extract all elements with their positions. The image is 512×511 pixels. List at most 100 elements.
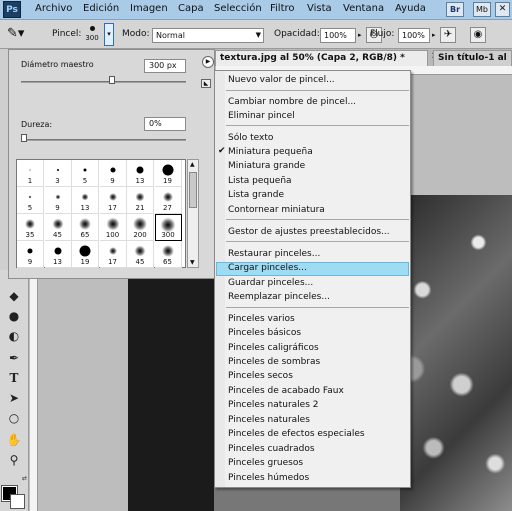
brush-preset-21[interactable]: 21 — [127, 187, 154, 214]
brush-preset-17[interactable]: 17 — [99, 187, 127, 214]
brush-preset-13[interactable]: 13 — [44, 241, 72, 268]
menu-item[interactable]: Reemplazar pinceles... — [228, 291, 330, 304]
tablet-pressure-icon[interactable]: ◉ — [470, 27, 486, 43]
brush-preset-9[interactable]: 9 — [44, 187, 72, 214]
brush-grid-scrollbar[interactable]: ▲ ▼ — [187, 159, 199, 268]
brush-preset-17[interactable]: 17 — [99, 241, 127, 268]
hardness-slider-thumb[interactable] — [21, 134, 27, 142]
background-color-swatch[interactable] — [10, 494, 25, 509]
brush-preset-1[interactable]: 1 — [17, 160, 44, 187]
menu-imagen[interactable]: Imagen — [130, 3, 168, 14]
menu-item[interactable]: Miniatura pequeña — [228, 146, 313, 159]
mode-select[interactable]: Normal ▼ — [152, 28, 264, 43]
swap-colors-icon[interactable]: ⇄ — [22, 475, 27, 482]
diameter-field[interactable]: 300 px — [144, 59, 186, 73]
brush-preset-9[interactable]: 9 — [17, 241, 44, 268]
menu-ayuda[interactable]: Ayuda — [395, 3, 426, 14]
menu-item[interactable]: Pinceles de efectos especiales — [228, 428, 365, 441]
menu-item[interactable]: Guardar pinceles... — [228, 277, 313, 290]
hardness-field[interactable]: 0% — [144, 117, 186, 131]
menu-seleccion[interactable]: Selección — [214, 3, 262, 14]
brush-size-label: 5 — [82, 177, 88, 185]
menu-archivo[interactable]: Archivo — [35, 3, 72, 14]
scroll-up-icon[interactable]: ▲ — [190, 161, 195, 168]
pen-tool-icon[interactable]: ✒ — [4, 350, 24, 367]
menu-edicion[interactable]: Edición — [83, 3, 119, 14]
flow-field[interactable]: 100% — [398, 28, 430, 43]
brush-preview[interactable]: 300 — [82, 23, 102, 47]
brush-preset-19[interactable]: 19 — [72, 241, 99, 268]
menu-item[interactable]: Pinceles caligráficos — [228, 342, 319, 355]
brush-preset-200[interactable]: 200 — [127, 214, 154, 241]
paint-bucket-icon[interactable]: ◆ — [4, 288, 24, 305]
scroll-down-icon[interactable]: ▼ — [190, 259, 195, 266]
menu-item[interactable]: Pinceles de sombras — [228, 356, 320, 369]
mini-bridge-button[interactable]: Mb — [473, 2, 491, 17]
opacity-field[interactable]: 100% — [320, 28, 356, 43]
brush-preset-45[interactable]: 45 — [127, 241, 154, 268]
brush-preset-13[interactable]: 13 — [72, 187, 99, 214]
flow-arrow-icon[interactable]: ▸ — [432, 31, 436, 39]
brush-preset-3[interactable]: 3 — [44, 160, 72, 187]
brush-preset-45[interactable]: 45 — [44, 214, 72, 241]
path-selection-icon[interactable]: ➤ — [4, 390, 24, 407]
canvas-texture[interactable] — [400, 195, 512, 511]
menu-item[interactable]: Sólo texto — [228, 132, 273, 145]
shape-tool-icon[interactable]: ○ — [4, 410, 24, 427]
airbrush-icon[interactable]: ✈ — [440, 27, 456, 43]
dodge-tool-icon[interactable]: ◐ — [4, 328, 24, 345]
brush-preset-35[interactable]: 35 — [17, 214, 44, 241]
menu-item[interactable]: Pinceles naturales 2 — [228, 399, 319, 412]
menu-ventana[interactable]: Ventana — [343, 3, 384, 14]
brush-preset-300[interactable]: 300 — [154, 214, 182, 241]
brush-picker-dropdown[interactable]: ▾ — [104, 23, 114, 46]
brush-preset-65[interactable]: 65 — [72, 214, 99, 241]
zoom-tool-icon[interactable]: ⚲ — [4, 452, 24, 469]
tab-sin-titulo[interactable]: Sin título-1 al — [433, 50, 512, 66]
menu-item[interactable]: Gestor de ajustes preestablecidos... — [228, 226, 390, 239]
menu-capa[interactable]: Capa — [178, 3, 204, 14]
scrollbar-thumb[interactable] — [189, 172, 197, 208]
menu-item[interactable]: Miniatura grande — [228, 160, 305, 173]
hardness-slider[interactable] — [21, 139, 186, 141]
menu-item[interactable]: Contornear miniatura — [228, 204, 325, 217]
menu-vista[interactable]: Vista — [307, 3, 332, 14]
menu-item[interactable]: Eliminar pincel — [228, 110, 295, 123]
new-preset-icon[interactable]: ◣ — [201, 79, 211, 88]
menu-item[interactable]: Pinceles cuadrados — [228, 443, 315, 456]
menu-separator — [226, 241, 409, 242]
menu-item[interactable]: Lista grande — [228, 189, 284, 202]
menu-item[interactable]: Pinceles varios — [228, 313, 295, 326]
bridge-button[interactable]: Br — [446, 2, 464, 17]
menu-item[interactable]: Pinceles gruesos — [228, 457, 303, 470]
tab-textura[interactable]: textura.jpg al 50% (Capa 2, RGB/8) * — [215, 50, 428, 66]
brush-preset-5[interactable]: 5 — [17, 187, 44, 214]
brush-preset-19[interactable]: 19 — [154, 160, 182, 187]
type-tool-icon[interactable]: T — [4, 370, 24, 387]
diameter-slider[interactable] — [21, 81, 186, 83]
menu-item[interactable]: Lista pequeña — [228, 175, 292, 188]
menu-item[interactable]: Cambiar nombre de pincel... — [228, 96, 356, 109]
hand-tool-icon[interactable]: ✋ — [4, 432, 24, 449]
brush-preset-100[interactable]: 100 — [99, 214, 127, 241]
panel-menu-icon[interactable]: ▶ — [202, 56, 214, 68]
menu-item[interactable]: Pinceles básicos — [228, 327, 301, 340]
brush-preset-65[interactable]: 65 — [154, 241, 182, 268]
opacity-arrow-icon[interactable]: ▸ — [358, 31, 362, 39]
brush-preset-5[interactable]: 5 — [72, 160, 99, 187]
brush-preset-9[interactable]: 9 — [99, 160, 127, 187]
menu-item[interactable]: Pinceles naturales — [228, 414, 310, 427]
menu-filtro[interactable]: Filtro — [270, 3, 295, 14]
menu-item[interactable]: Pinceles de acabado Faux — [228, 385, 344, 398]
blur-tool-icon[interactable]: ● — [4, 308, 24, 325]
diameter-slider-thumb[interactable] — [108, 76, 115, 84]
menu-item[interactable]: Pinceles secos — [228, 370, 293, 383]
brush-preset-27[interactable]: 27 — [154, 187, 182, 214]
menu-item[interactable]: Nuevo valor de pincel... — [228, 74, 335, 87]
brush-preset-13[interactable]: 13 — [127, 160, 154, 187]
menu-item[interactable]: Restaurar pinceles... — [228, 248, 320, 261]
menu-item[interactable]: Cargar pinceles... — [228, 262, 307, 275]
close-icon[interactable]: ✕ — [495, 2, 510, 17]
menu-item[interactable]: Pinceles húmedos — [228, 472, 309, 485]
brush-tool-icon[interactable]: ✎▾ — [7, 25, 29, 43]
